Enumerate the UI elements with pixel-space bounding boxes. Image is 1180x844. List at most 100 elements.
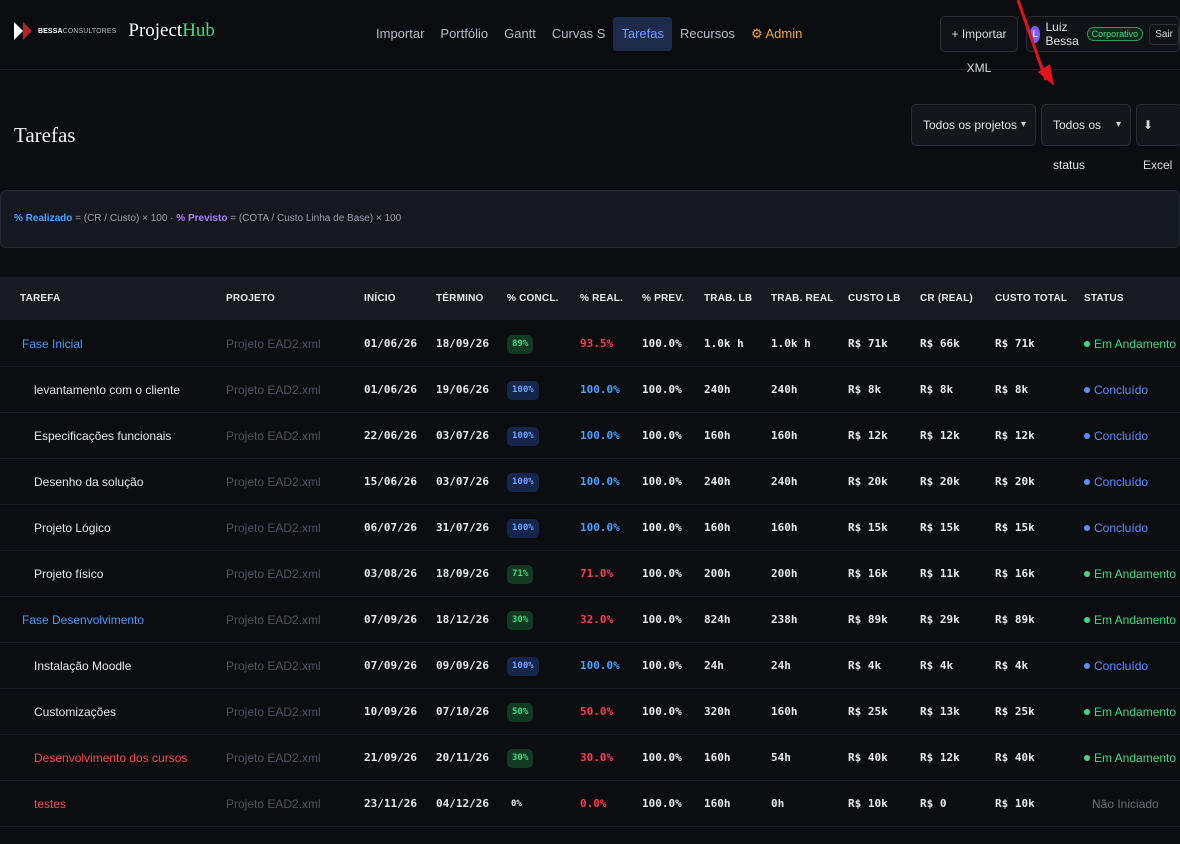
task-name[interactable]: Fase Inicial <box>22 321 83 367</box>
col-header-custo-lb[interactable]: CUSTO LB <box>848 277 901 320</box>
table-row[interactable]: Projeto físico Projeto EAD2.xml 03/08/26 18… <box>0 551 1180 597</box>
task-name[interactable]: Projeto físico <box>34 551 103 597</box>
table-row[interactable]: Projeto Lógico Projeto EAD2.xml 06/07/26 31… <box>0 505 1180 551</box>
concl-cell: 100% <box>507 459 539 505</box>
task-name[interactable]: Instalação Moodle <box>34 643 131 689</box>
work-lb: 824h <box>704 613 731 626</box>
task-name[interactable]: levantamento com o cliente <box>34 367 180 413</box>
nav-importar[interactable]: Importar <box>368 17 432 51</box>
task-name[interactable]: Fase Desenvolvimento <box>22 597 144 643</box>
col-header-inicio[interactable]: INÍCIO <box>364 277 396 320</box>
nav-curvas-s[interactable]: Curvas S <box>544 17 613 51</box>
cost-total: R$ 71k <box>995 337 1035 350</box>
task-name[interactable]: testes <box>34 781 66 827</box>
status-dot-icon <box>1084 386 1090 393</box>
col-header-trab-lb[interactable]: TRAB. LB <box>704 277 752 320</box>
table-row[interactable]: Customizações Projeto EAD2.xml 10/09/26 07/… <box>0 689 1180 735</box>
status-label: Concluído <box>1094 521 1149 535</box>
start-date: 15/06/26 <box>364 475 417 488</box>
task-name[interactable]: Desenvolvimento dos cursos <box>34 735 187 781</box>
logout-button[interactable]: Sair <box>1149 23 1179 45</box>
status-dot-icon <box>1084 662 1090 669</box>
end-date: 03/07/26 <box>436 429 489 442</box>
real-percent: 100.0% <box>580 521 620 534</box>
table-row[interactable]: Desenvolvimento dos cursos Projeto EAD2.x… <box>0 735 1180 781</box>
nav-portfolio[interactable]: Portfólio <box>432 17 496 51</box>
cr-real: R$ 4k <box>920 659 954 672</box>
table-row[interactable]: Desenho da solução Projeto EAD2.xml 15/06/… <box>0 459 1180 505</box>
project-filter-select[interactable]: Todos os projetos ▾ <box>911 104 1036 146</box>
concl-badge: 100% <box>507 657 539 677</box>
col-header-real[interactable]: % REAL. <box>580 277 623 320</box>
prev-percent: 100.0% <box>642 705 682 718</box>
col-header-cr-real[interactable]: CR (REAL) <box>920 277 973 320</box>
real-percent: 100.0% <box>580 659 620 672</box>
nav-recursos[interactable]: Recursos <box>672 17 743 51</box>
cost-total: R$ 4k <box>995 659 1029 672</box>
status-badge: Concluído <box>1084 505 1148 551</box>
col-header-concl[interactable]: % CONCL. <box>507 277 559 320</box>
col-header-trab-real[interactable]: TRAB. REAL <box>771 277 834 320</box>
nav-admin[interactable]: ⚙ Admin <box>743 17 810 51</box>
concl-cell: 100% <box>507 505 539 551</box>
project-name: Projeto EAD2.xml <box>226 827 321 844</box>
col-header-custo-total[interactable]: CUSTO TOTAL <box>995 277 1067 320</box>
col-header-status[interactable]: STATUS <box>1084 277 1124 320</box>
work-lb: 240h <box>704 475 731 488</box>
task-name[interactable]: Projeto Lógico <box>34 505 111 551</box>
end-date: 18/12/26 <box>436 613 489 626</box>
brand[interactable]: BESSACONSULTORES ProjectHub <box>14 20 215 42</box>
work-real: 24h <box>771 659 791 672</box>
cr-real: R$ 8k <box>920 383 954 396</box>
concl-badge: 100% <box>507 381 539 401</box>
formula-prev-label: % Previsto <box>176 213 228 224</box>
nav-tarefas[interactable]: Tarefas <box>613 17 673 51</box>
task-name[interactable]: Especificações funcionais <box>34 413 171 459</box>
excel-export-button[interactable]: ⬇ Excel <box>1136 104 1180 172</box>
prev-percent: 100.0% <box>642 827 682 844</box>
status-dot-icon <box>1084 708 1090 715</box>
real-percent: 100.0% <box>580 383 620 396</box>
task-name[interactable]: Homologação <box>34 827 108 844</box>
status-filter-select[interactable]: Todos os status ▾ <box>1041 104 1131 172</box>
status-dot-icon <box>1084 616 1090 623</box>
start-date: 06/07/26 <box>364 521 417 534</box>
table-row[interactable]: Fase Inicial Projeto EAD2.xml 01/06/26 18/0… <box>0 321 1180 367</box>
prev-percent: 100.0% <box>642 567 682 580</box>
cr-real: R$ 15k <box>920 521 960 534</box>
col-header-projeto[interactable]: PROJETO <box>226 277 275 320</box>
status-label: Não Iniciado <box>1092 797 1159 811</box>
table-row[interactable]: Fase Desenvolvimento Projeto EAD2.xml 07/0… <box>0 597 1180 643</box>
col-header-tarefa[interactable]: TAREFA <box>20 277 60 320</box>
table-row[interactable]: levantamento com o cliente Projeto EAD2.x… <box>0 367 1180 413</box>
formula-legend: % Realizado = (CR / Custo) × 100 · % Pre… <box>0 190 1180 248</box>
status-badge: Em Andamento <box>1084 597 1176 643</box>
table-row[interactable]: Instalação Moodle Projeto EAD2.xml 07/09/2… <box>0 643 1180 689</box>
prev-percent: 100.0% <box>642 797 682 810</box>
cost-total: R$ 25k <box>995 705 1035 718</box>
start-date: 23/11/26 <box>364 797 417 810</box>
task-name[interactable]: Desenho da solução <box>34 459 143 505</box>
concl-badge: 71% <box>507 565 534 585</box>
start-date: 01/06/26 <box>364 383 417 396</box>
end-date: 04/12/26 <box>436 797 489 810</box>
cost-total: R$ 15k <box>995 521 1035 534</box>
task-name[interactable]: Customizações <box>34 689 116 735</box>
project-name: Projeto EAD2.xml <box>226 659 321 673</box>
nav-gantt[interactable]: Gantt <box>496 17 544 51</box>
table-row[interactable]: Homologação Projeto EAD2.xml 07/12/26 11/12… <box>0 827 1180 844</box>
project-name: Projeto EAD2.xml <box>226 475 321 489</box>
table-row[interactable]: Especificações funcionais Projeto EAD2.xm… <box>0 413 1180 459</box>
concl-badge: 89% <box>507 335 534 355</box>
cr-real: R$ 0 <box>920 797 947 810</box>
annotation-arrow-icon <box>1016 0 1054 86</box>
concl-cell: 30% <box>507 735 534 781</box>
col-header-prev[interactable]: % PREV. <box>642 277 684 320</box>
status-dot-icon <box>1084 524 1090 531</box>
project-name: Projeto EAD2.xml <box>226 613 321 627</box>
col-header-termino[interactable]: TÉRMINO <box>436 277 484 320</box>
table-row[interactable]: testes Projeto EAD2.xml 23/11/26 04/12/26 0%… <box>0 781 1180 827</box>
import-xml-button[interactable]: + Importar XML <box>940 16 1018 75</box>
end-date: 07/10/26 <box>436 705 489 718</box>
formula-real-label: % Realizado <box>14 213 73 224</box>
